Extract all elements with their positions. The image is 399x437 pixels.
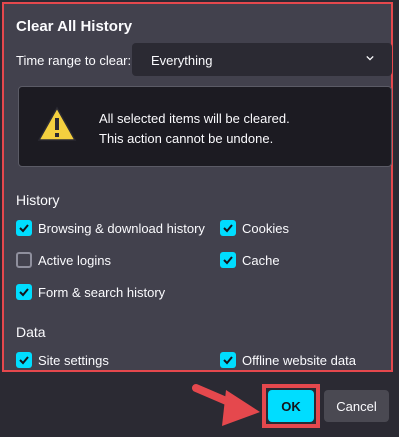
checkbox-label: Active logins bbox=[38, 253, 111, 268]
checkbox-label: Site settings bbox=[38, 353, 109, 368]
data-heading: Data bbox=[16, 324, 46, 340]
clear-history-dialog: Clear All History Time range to clear: E… bbox=[2, 2, 393, 372]
red-arrow-annotation bbox=[192, 384, 260, 426]
time-range-label: Time range to clear: bbox=[16, 53, 132, 68]
warning-text-line2: This action cannot be undone. bbox=[99, 131, 274, 146]
time-range-value: Everything bbox=[151, 53, 213, 68]
time-range-select[interactable]: Everything bbox=[132, 43, 392, 76]
checkbox-box bbox=[16, 284, 32, 300]
checkbox-box bbox=[16, 352, 32, 368]
ok-button[interactable]: OK bbox=[268, 390, 314, 422]
checkbox-label: Browsing & download history bbox=[38, 221, 205, 236]
checkbox-box bbox=[220, 352, 236, 368]
chevron-down-icon bbox=[366, 55, 374, 61]
checkbox-label: Offline website data bbox=[242, 353, 356, 368]
warning-icon bbox=[37, 106, 77, 141]
cancel-button[interactable]: Cancel bbox=[324, 390, 389, 422]
dialog-title: Clear All History bbox=[16, 18, 133, 35]
checkbox-label: Cache bbox=[242, 253, 280, 268]
checkbox-box bbox=[220, 252, 236, 268]
warning-box: All selected items will be cleared. This… bbox=[18, 86, 392, 167]
checkbox-label: Form & search history bbox=[38, 285, 166, 300]
checkbox-box bbox=[16, 220, 32, 236]
checkbox-box bbox=[220, 220, 236, 236]
checkbox-label: Cookies bbox=[242, 221, 289, 236]
checkbox-box bbox=[16, 252, 32, 268]
warning-text-line1: All selected items will be cleared. bbox=[99, 111, 290, 126]
history-heading: History bbox=[16, 192, 60, 208]
